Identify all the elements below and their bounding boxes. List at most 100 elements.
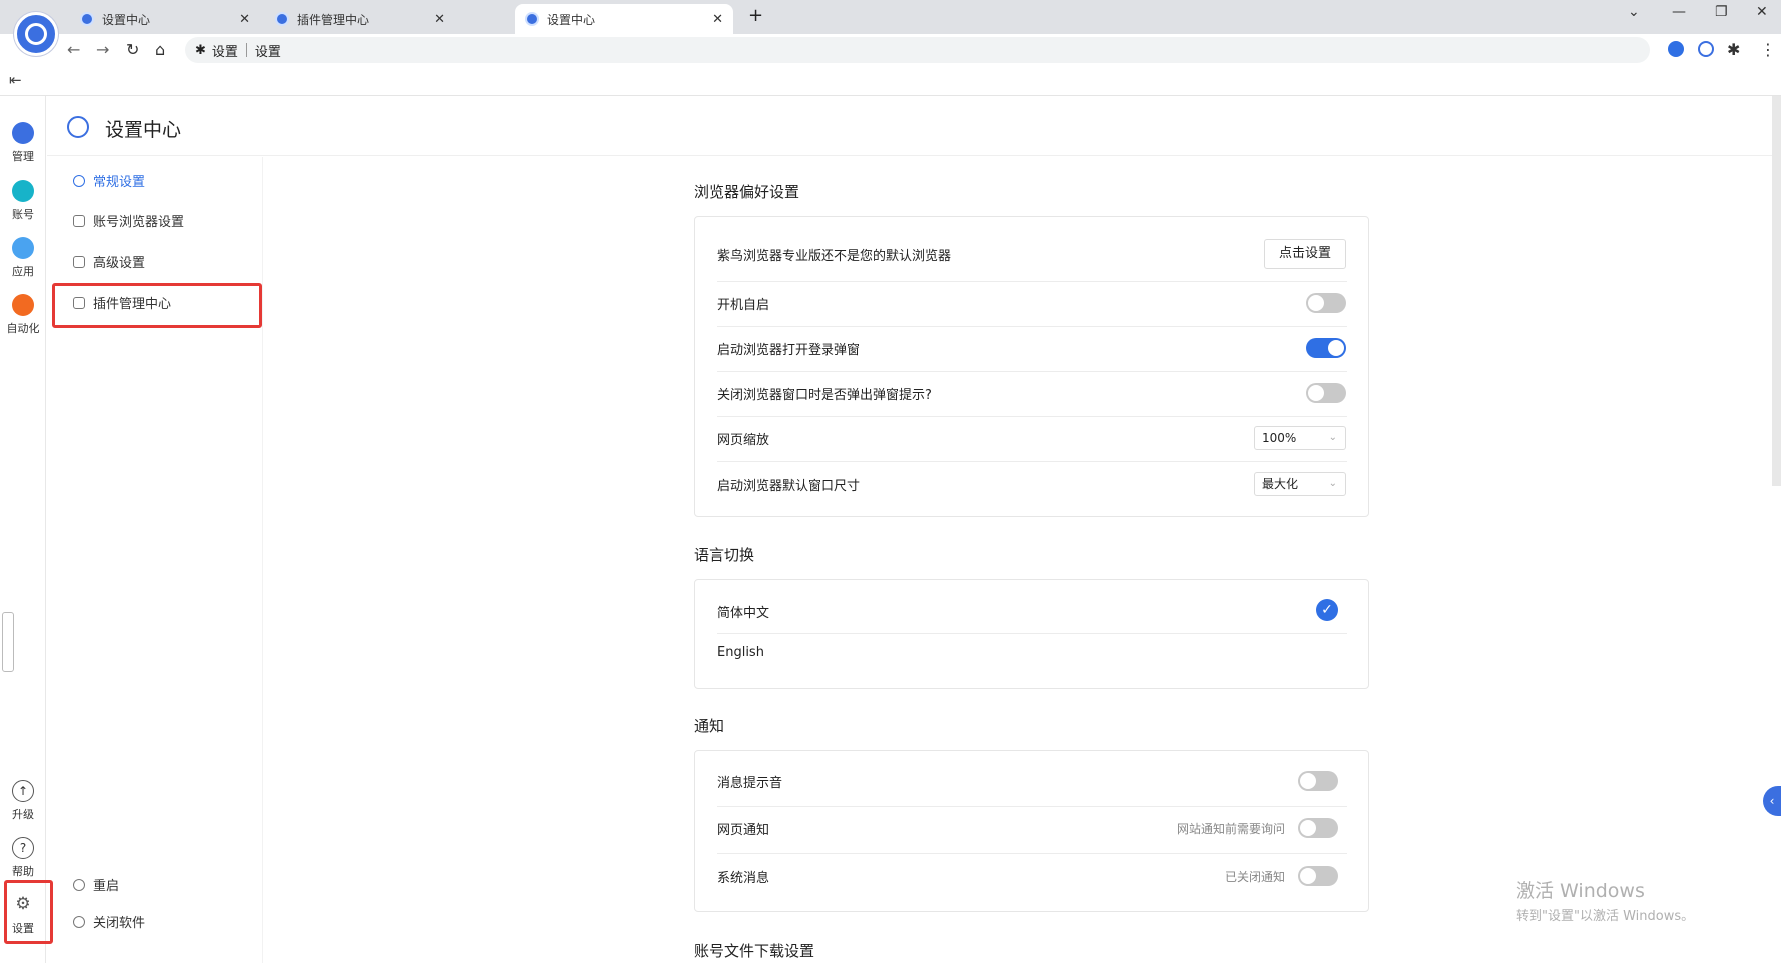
notify-web-toggle[interactable] — [1298, 818, 1338, 838]
rail-item-help[interactable]: ? 帮助 — [0, 837, 46, 879]
app-rail: 管理 账号 应用 自动化 ↑ 升级 ? 帮助 ⚙ 设置 — [0, 96, 46, 963]
forward-icon[interactable]: → — [96, 40, 109, 59]
close-prompt-toggle[interactable] — [1306, 383, 1346, 403]
extensions-puzzle-icon[interactable]: ✱ — [1727, 40, 1740, 59]
power-icon — [73, 915, 85, 928]
zoom-select[interactable]: 100% ⌄ — [1254, 426, 1346, 450]
menu-icon[interactable]: ⋮ — [1760, 40, 1776, 59]
page-title: 设置中心 — [105, 119, 182, 141]
login-popup-toggle[interactable] — [1306, 338, 1346, 358]
zoom-value: 100% — [1262, 431, 1297, 445]
tab-label: 插件管理中心 — [297, 12, 370, 27]
highlight-box — [4, 880, 53, 944]
chevron-down-icon: ⌄ — [1328, 478, 1337, 489]
tab-plugins[interactable]: 插件管理中心 ✕ — [265, 4, 455, 34]
notify-web-hint: 网站通知前需要询问 — [1176, 822, 1285, 836]
help-icon: ? — [12, 837, 34, 859]
rail-label: 自动化 — [6, 322, 40, 335]
app-logo — [14, 12, 58, 56]
restart-button[interactable]: 重启 — [73, 875, 119, 894]
gear-icon — [67, 116, 89, 138]
sidebar-item-label: 常规设置 — [93, 175, 146, 190]
rail-label: 账号 — [12, 208, 34, 221]
sidebar-item-account-browser[interactable]: 账号浏览器设置 — [73, 211, 184, 230]
rail-item-manage[interactable]: 管理 — [0, 122, 46, 164]
omnibox-path: 设置 — [254, 44, 281, 60]
close-icon[interactable]: ✕ — [239, 12, 250, 27]
rail-label: 管理 — [12, 150, 34, 163]
omnibox-site: 设置 — [211, 44, 238, 60]
new-tab-button[interactable]: + — [748, 5, 763, 26]
extension-icon[interactable] — [1668, 41, 1684, 57]
puzzle-icon: ✱ — [195, 42, 206, 58]
sidebar-item-advanced[interactable]: 高级设置 — [73, 252, 145, 271]
page-header: 设置中心 — [47, 96, 1781, 156]
section-title-browser-prefs: 浏览器偏好设置 — [694, 183, 800, 201]
sidebar-item-label: 高级设置 — [93, 256, 146, 271]
notify-sound-label: 消息提示音 — [717, 776, 783, 791]
app-tab-icon — [80, 12, 94, 26]
apps-icon — [12, 237, 34, 259]
restore-icon[interactable]: ❐ — [1715, 4, 1728, 20]
notify-card: 消息提示音 网页通知 网站通知前需要询问 系统消息 已关闭通知 — [694, 750, 1369, 912]
grid-icon — [12, 122, 34, 144]
check-icon: ✓ — [1316, 599, 1338, 621]
browser-prefs-card: 紫鸟浏览器专业版还不是您的默认浏览器 点击设置 开机自启 启动浏览器打开登录弹窗… — [694, 216, 1369, 517]
notify-system-toggle[interactable] — [1298, 866, 1338, 886]
tab-search-icon[interactable]: ⌄ — [1628, 4, 1640, 20]
tab-label: 设置中心 — [547, 12, 596, 27]
language-option-en[interactable]: English — [717, 645, 1347, 660]
notify-sound-toggle[interactable] — [1298, 771, 1338, 791]
upgrade-icon: ↑ — [12, 780, 34, 802]
tab-label: 设置中心 — [102, 12, 151, 27]
omnibox[interactable]: ✱ 设置 设置 — [185, 37, 1650, 63]
window-size-select[interactable]: 最大化 ⌄ — [1254, 472, 1346, 496]
rail-label: 帮助 — [12, 865, 34, 878]
login-popup-label: 启动浏览器打开登录弹窗 — [717, 343, 861, 358]
watermark-line2: 转到"设置"以激活 Windows。 — [1516, 909, 1695, 924]
browser-icon — [73, 214, 85, 227]
close-icon[interactable]: ✕ — [434, 12, 445, 27]
store-icon — [12, 180, 34, 202]
close-prompt-label: 关闭浏览器窗口时是否弹出弹窗提示? — [717, 388, 932, 403]
resize-handle[interactable] — [2, 612, 14, 672]
collapse-panel-button[interactable]: ‹ — [1763, 786, 1781, 816]
highlight-box — [52, 283, 262, 328]
secondary-toolbar: ⇤ — [0, 66, 1781, 96]
extension-icon[interactable] — [1698, 41, 1714, 57]
rail-item-apps[interactable]: 应用 — [0, 237, 46, 279]
rail-item-account[interactable]: 账号 — [0, 180, 46, 222]
language-card: 简体中文 ✓ English — [694, 579, 1369, 689]
reload-icon[interactable]: ↻ — [126, 40, 139, 59]
back-icon[interactable]: ← — [67, 40, 80, 59]
watermark-line1: 激活 Windows — [1516, 880, 1645, 902]
user-icon — [73, 174, 85, 187]
language-option-zh[interactable]: 简体中文 — [717, 602, 1347, 621]
set-default-button[interactable]: 点击设置 — [1264, 239, 1346, 269]
home-icon[interactable]: ⌂ — [155, 40, 165, 59]
chevron-down-icon: ⌄ — [1328, 432, 1337, 443]
quit-label: 关闭软件 — [93, 916, 146, 931]
exit-icon[interactable]: ⇤ — [9, 71, 22, 89]
rail-item-upgrade[interactable]: ↑ 升级 — [0, 780, 46, 822]
sidebar-item-general[interactable]: 常规设置 — [73, 171, 145, 190]
window-size-label: 启动浏览器默认窗口尺寸 — [717, 479, 861, 494]
tab-settings-active[interactable]: 设置中心 ✕ — [515, 4, 733, 34]
autostart-toggle[interactable] — [1306, 293, 1346, 313]
section-title-language: 语言切换 — [694, 546, 755, 564]
notify-system-hint: 已关闭通知 — [1224, 870, 1285, 884]
rail-item-automation[interactable]: 自动化 — [0, 294, 46, 336]
window-size-value: 最大化 — [1262, 477, 1299, 491]
minimize-icon[interactable]: — — [1672, 4, 1686, 20]
rail-label: 升级 — [12, 808, 34, 821]
app-tab-icon — [525, 12, 539, 26]
robot-icon — [12, 294, 34, 316]
window-close-icon[interactable]: ✕ — [1756, 4, 1768, 20]
scrollbar[interactable] — [1772, 96, 1781, 486]
zoom-label: 网页缩放 — [717, 433, 770, 448]
close-icon[interactable]: ✕ — [712, 12, 723, 27]
quit-button[interactable]: 关闭软件 — [73, 912, 145, 931]
tab-settings-1[interactable]: 设置中心 ✕ — [70, 4, 260, 34]
browser-tab-bar: 设置中心 ✕ 插件管理中心 ✕ 设置中心 ✕ + ⌄ — ❐ ✕ — [0, 0, 1781, 34]
app-tab-icon — [275, 12, 289, 26]
